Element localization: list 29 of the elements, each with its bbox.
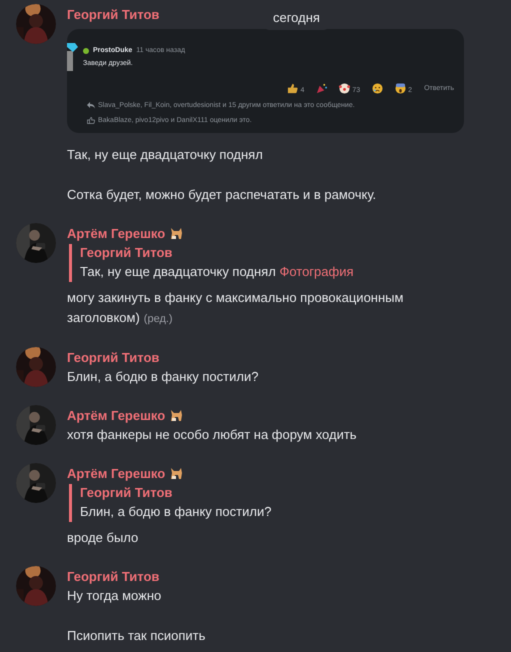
author-name[interactable]: Артём Герешко (67, 226, 166, 240)
crying-face-icon[interactable] (372, 83, 384, 94)
quoted-message[interactable]: Георгий Титов Блин, а бодю в фанку постили? (69, 484, 272, 522)
author-name[interactable]: Артём Герешко (67, 466, 166, 480)
message-text: хотя фанкеры не особо любят на форум ходить (67, 426, 357, 444)
thumbs-up-icon (87, 117, 95, 124)
thumbs-up-icon[interactable] (287, 83, 298, 94)
message-text: Блин, а бодю в фанку постили? (67, 368, 258, 386)
clown-face-icon[interactable] (339, 83, 350, 94)
author-name[interactable]: Георгий Титов (67, 6, 160, 22)
reply-icon (87, 102, 95, 109)
quoted-author: Георгий Титов (80, 244, 174, 262)
quoted-text: Блин, а бодю в фанку постили? (80, 503, 272, 521)
quoted-text: Так, ну еще двадцаточку поднял Фотография (80, 263, 355, 281)
edited-mark: (ред.) (144, 313, 173, 325)
author-name[interactable]: Георгий Титов (67, 350, 160, 364)
message-text: Ну тогда можно (67, 587, 162, 605)
author-name[interactable]: Георгий Титов (67, 568, 160, 584)
screaming-face-icon[interactable] (395, 83, 406, 94)
quoted-message[interactable]: Георгий Титов Так, ну еще двадцаточку поднял Фотография (69, 244, 477, 282)
message-text: могу закинуть в фанку с максимально провокационным заголовком) (ред.) (67, 289, 404, 327)
message-text: Сотка будет, можно будет распечатать и в рамочку. (67, 186, 378, 204)
quoted-author: Георгий Титов (80, 484, 174, 502)
message-text: Псиопить так псиопить (67, 627, 206, 645)
message-text: вроде было (67, 529, 140, 547)
author-name[interactable]: Артём Герешко (67, 408, 166, 422)
party-popper-icon[interactable] (316, 83, 328, 94)
attachment-link[interactable]: Фотография (279, 264, 354, 279)
message-text: Так, ну еще двадцаточку поднял (67, 146, 264, 164)
